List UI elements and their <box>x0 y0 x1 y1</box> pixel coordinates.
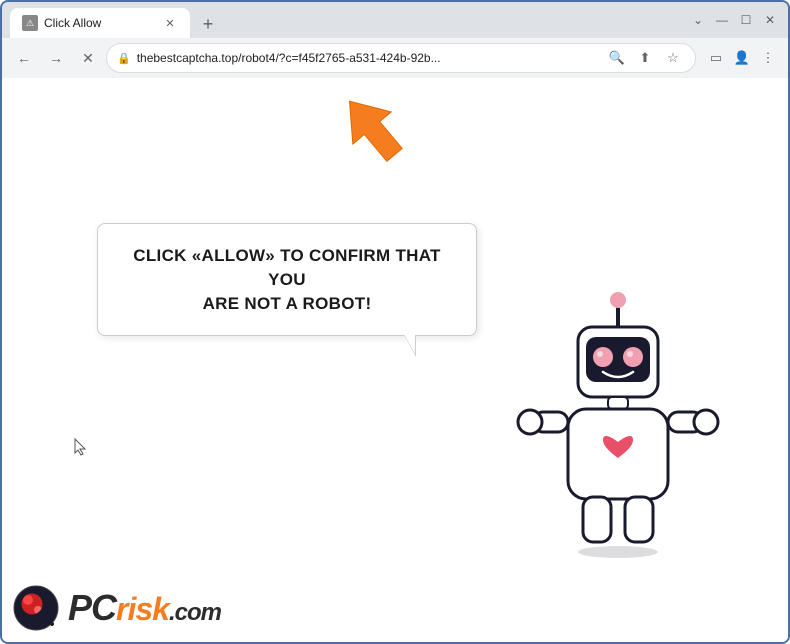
nav-bar: ← → ✕ 🔒 thebestcaptcha.top/robot4/?c=f45… <box>2 38 788 78</box>
tab-close-button[interactable]: ✕ <box>162 15 178 31</box>
back-button[interactable]: ← <box>10 44 38 72</box>
reload-button[interactable]: ✕ <box>74 44 102 72</box>
new-tab-button[interactable]: + <box>194 10 222 38</box>
bookmark-icon[interactable]: ☆ <box>661 46 685 70</box>
browser-window: ⚠ Click Allow ✕ + ⌄ — ☐ ✕ ← → ✕ 🔒 thebes… <box>0 0 790 644</box>
extensions-icon[interactable]: ▭ <box>704 46 728 70</box>
lock-icon: 🔒 <box>117 52 131 65</box>
title-bar: ⚠ Click Allow ✕ + ⌄ — ☐ ✕ <box>2 2 788 38</box>
close-button[interactable]: ✕ <box>760 10 780 30</box>
menu-icon[interactable]: ⋮ <box>756 46 780 70</box>
toolbar-right: ▭ 👤 ⋮ <box>704 46 780 70</box>
orange-arrow <box>332 88 412 168</box>
browser-tab[interactable]: ⚠ Click Allow ✕ <box>10 8 190 38</box>
window-system-menu[interactable]: ⌄ <box>688 10 708 30</box>
pcrisk-logo-icon <box>12 584 60 632</box>
profile-icon[interactable]: 👤 <box>730 46 754 70</box>
speech-bubble-text: CLICK «ALLOW» TO CONFIRM THAT YOU ARE NO… <box>123 244 451 315</box>
tab-favicon: ⚠ <box>22 15 38 31</box>
url-text: thebestcaptcha.top/robot4/?c=f45f2765-a5… <box>137 51 599 65</box>
speech-bubble: CLICK «ALLOW» TO CONFIRM THAT YOU ARE NO… <box>97 223 477 336</box>
window-controls: ⌄ — ☐ ✕ <box>688 10 780 30</box>
maximize-button[interactable]: ☐ <box>736 10 756 30</box>
watermark: PCrisk.com <box>12 584 221 632</box>
minimize-button[interactable]: — <box>712 10 732 30</box>
tab-title: Click Allow <box>44 16 156 30</box>
tab-area: ⚠ Click Allow ✕ + <box>10 2 688 38</box>
share-icon[interactable]: ⬆ <box>633 46 657 70</box>
search-icon[interactable]: 🔍 <box>605 46 629 70</box>
forward-button[interactable]: → <box>42 44 70 72</box>
pcrisk-text: PCrisk.com <box>68 587 221 629</box>
robot-illustration <box>508 282 728 562</box>
address-icons: 🔍 ⬆ ☆ <box>605 46 685 70</box>
address-bar[interactable]: 🔒 thebestcaptcha.top/robot4/?c=f45f2765-… <box>106 43 696 73</box>
page-content: CLICK «ALLOW» TO CONFIRM THAT YOU ARE NO… <box>2 78 788 642</box>
